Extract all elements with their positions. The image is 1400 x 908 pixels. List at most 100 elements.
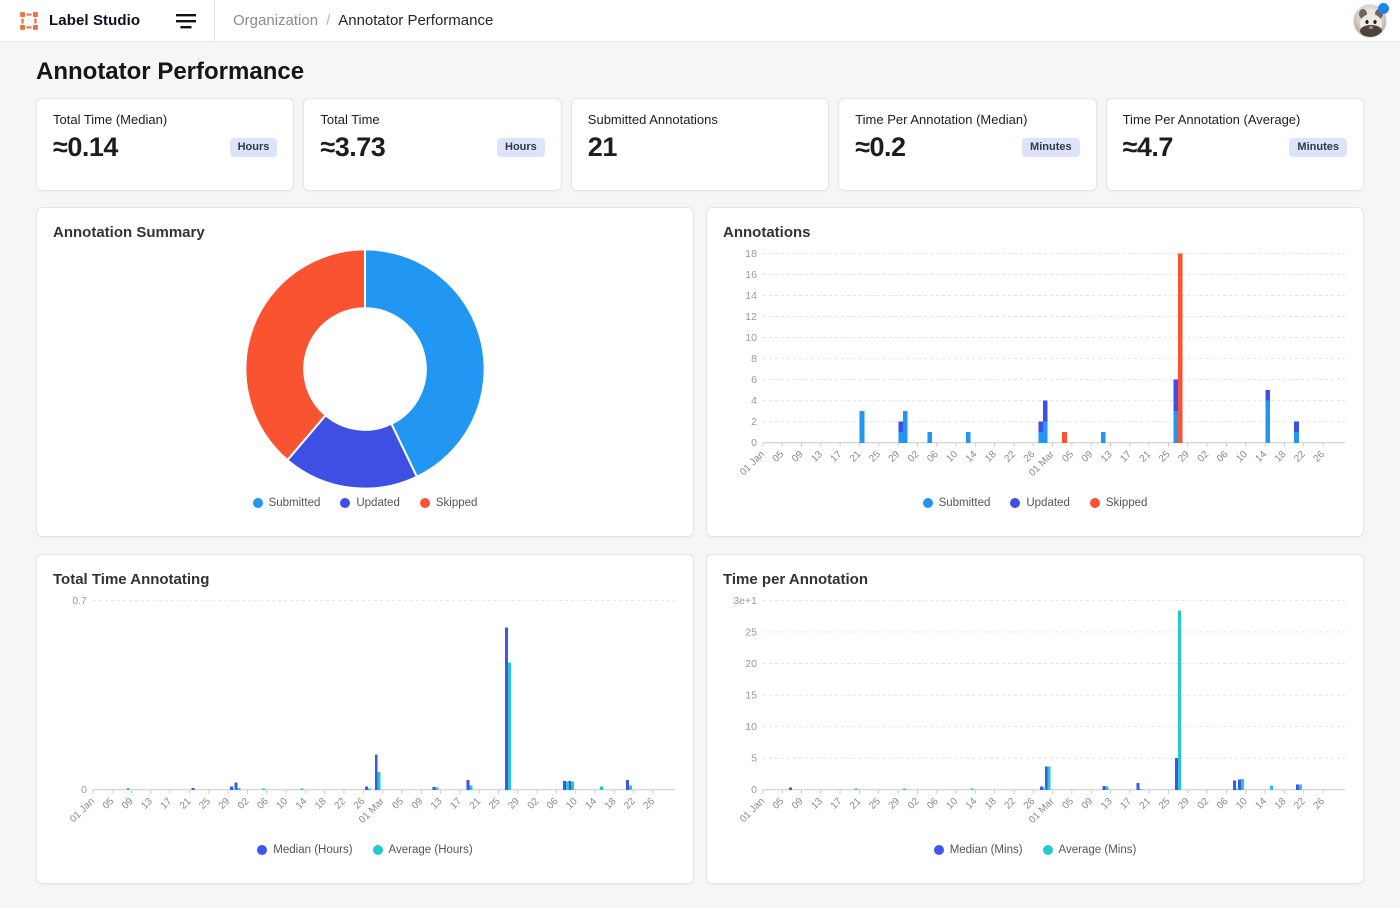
legend-dot-icon: [340, 498, 350, 508]
breadcrumb-separator: /: [326, 12, 330, 29]
legend-item-submitted[interactable]: Submitted: [253, 497, 321, 509]
legend-label: Skipped: [1106, 497, 1148, 509]
main-content: Annotator Performance Total Time (Median…: [0, 58, 1400, 884]
chart-legend: Median (Mins) Average (Mins): [723, 844, 1347, 856]
legend-item-median-hours[interactable]: Median (Hours): [257, 844, 352, 856]
svg-text:05: 05: [390, 796, 406, 812]
menu-button[interactable]: [172, 9, 200, 33]
chart-legend: Median (Hours) Average (Hours): [53, 844, 677, 856]
stat-value: ≈4.7: [1123, 132, 1173, 163]
svg-text:13: 13: [1099, 449, 1115, 465]
legend-label: Submitted: [939, 497, 991, 509]
svg-text:02: 02: [236, 796, 252, 812]
svg-text:16: 16: [745, 270, 757, 281]
stat-label: Total Time: [320, 112, 544, 127]
svg-text:18: 18: [983, 449, 999, 465]
hamburger-icon: [176, 13, 196, 29]
stat-value: ≈3.73: [320, 132, 385, 163]
legend-label: Submitted: [269, 497, 321, 509]
legend-item-skipped[interactable]: Skipped: [420, 497, 478, 509]
page-title: Annotator Performance: [36, 58, 1400, 86]
legend-item-average-hours[interactable]: Average (Hours): [373, 844, 473, 856]
annotations-bar-chart[interactable]: 02468101214161801 Jan0509131721252902061…: [723, 243, 1347, 495]
stat-label: Submitted Annotations: [588, 112, 812, 127]
svg-text:29: 29: [1176, 449, 1192, 465]
svg-text:14: 14: [294, 796, 310, 812]
svg-text:2: 2: [751, 417, 757, 428]
legend-label: Median (Hours): [273, 844, 352, 856]
label-studio-logo-icon: [18, 10, 40, 32]
svg-text:10: 10: [1234, 796, 1250, 812]
legend-label: Average (Mins): [1059, 844, 1137, 856]
svg-text:22: 22: [1292, 796, 1308, 812]
legend-dot-icon: [1010, 498, 1020, 508]
svg-text:26: 26: [1311, 796, 1327, 812]
svg-text:02: 02: [1196, 796, 1212, 812]
svg-text:14: 14: [584, 796, 600, 812]
svg-text:18: 18: [313, 796, 329, 812]
top-bar-left: Label Studio: [0, 0, 215, 41]
legend-item-skipped[interactable]: Skipped: [1090, 497, 1148, 509]
unit-badge: Hours: [230, 138, 278, 157]
legend-label: Average (Hours): [389, 844, 473, 856]
svg-text:14: 14: [1254, 449, 1270, 465]
svg-text:18: 18: [745, 249, 757, 260]
svg-text:26: 26: [1311, 449, 1327, 465]
legend-label: Updated: [1026, 497, 1069, 509]
breadcrumb: Organization / Annotator Performance: [233, 12, 493, 29]
chart-card-annotation-summary: Annotation Summary SubmittedUpdatedSkipp…: [36, 207, 694, 537]
chart-card-time-per-annotation: Time per Annotation 05101520253e+101 Jan…: [706, 554, 1364, 884]
svg-text:13: 13: [809, 449, 825, 465]
svg-text:06: 06: [925, 796, 941, 812]
svg-text:06: 06: [925, 449, 941, 465]
svg-text:06: 06: [545, 796, 561, 812]
annotation-summary-donut-chart[interactable]: [53, 243, 677, 495]
svg-text:10: 10: [1234, 449, 1250, 465]
legend-item-median-mins[interactable]: Median (Mins): [934, 844, 1023, 856]
legend-dot-icon: [257, 845, 267, 855]
svg-text:0: 0: [81, 785, 87, 796]
notification-dot: [1378, 3, 1389, 14]
stat-label: Time Per Annotation (Median): [855, 112, 1079, 127]
svg-text:6: 6: [751, 375, 757, 386]
svg-text:18: 18: [1273, 796, 1289, 812]
unit-badge: Minutes: [1289, 138, 1347, 157]
svg-text:06: 06: [1215, 449, 1231, 465]
stat-value: ≈0.14: [53, 132, 118, 163]
app-title: Label Studio: [49, 12, 140, 29]
svg-text:01 Jan: 01 Jan: [738, 796, 767, 825]
svg-text:13: 13: [429, 796, 445, 812]
unit-badge: Minutes: [1022, 138, 1080, 157]
legend-item-updated[interactable]: Updated: [1010, 497, 1069, 509]
svg-text:02: 02: [526, 796, 542, 812]
svg-text:02: 02: [906, 796, 922, 812]
svg-text:21: 21: [1138, 449, 1154, 465]
svg-text:25: 25: [197, 796, 213, 812]
svg-text:13: 13: [1099, 796, 1115, 812]
legend-item-average-mins[interactable]: Average (Mins): [1043, 844, 1137, 856]
svg-text:25: 25: [867, 449, 883, 465]
svg-text:10: 10: [275, 796, 291, 812]
svg-text:22: 22: [1002, 449, 1018, 465]
user-avatar[interactable]: [1353, 4, 1387, 38]
svg-text:25: 25: [487, 796, 503, 812]
stat-card-total-time: Total Time ≈3.73 Hours: [303, 98, 561, 191]
time-per-annotation-bar-chart[interactable]: 05101520253e+101 Jan05091317212529020610…: [723, 590, 1347, 842]
legend-dot-icon: [253, 498, 263, 508]
stat-cards-row: Total Time (Median) ≈0.14 Hours Total Ti…: [36, 98, 1364, 191]
chart-legend: Submitted Updated Skipped: [53, 497, 677, 509]
svg-text:29: 29: [887, 449, 903, 465]
svg-text:21: 21: [178, 796, 194, 812]
total-time-annotating-bar-chart[interactable]: 00.701 Jan050913172125290206101418222601…: [53, 590, 677, 842]
svg-text:20: 20: [745, 659, 757, 670]
legend-item-submitted[interactable]: Submitted: [923, 497, 991, 509]
legend-item-updated[interactable]: Updated: [340, 497, 399, 509]
breadcrumb-organization[interactable]: Organization: [233, 12, 318, 29]
svg-text:02: 02: [1196, 449, 1212, 465]
svg-text:13: 13: [139, 796, 155, 812]
legend-label: Median (Mins): [950, 844, 1023, 856]
svg-text:05: 05: [771, 796, 787, 812]
svg-text:09: 09: [120, 796, 136, 812]
brand[interactable]: Label Studio: [18, 10, 140, 32]
legend-dot-icon: [373, 845, 383, 855]
